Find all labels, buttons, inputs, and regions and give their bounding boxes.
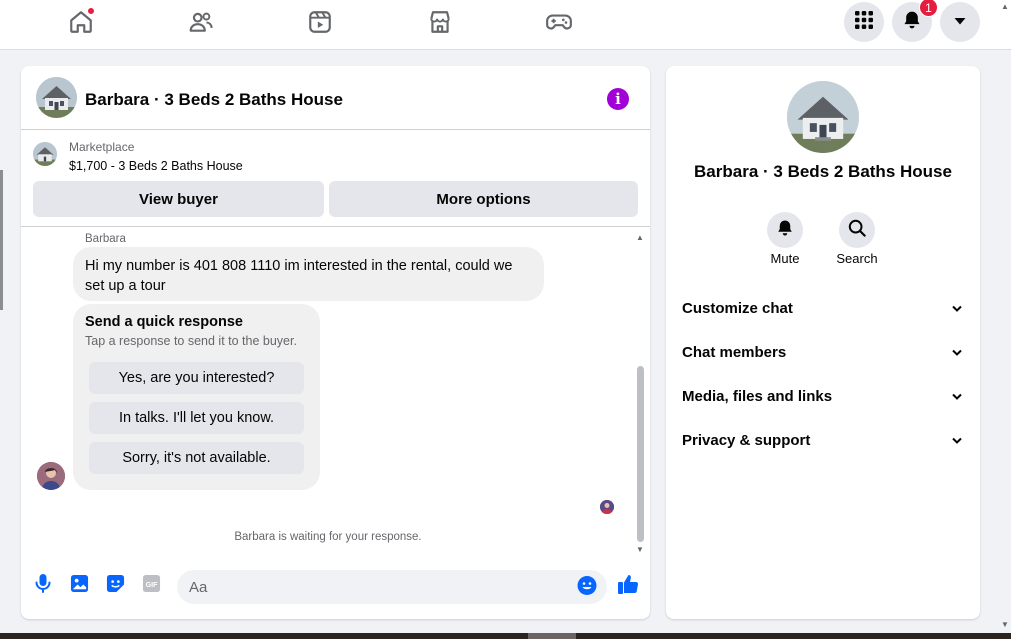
page-scrollbar[interactable]: ▲ ▼ <box>999 0 1011 639</box>
chat-members-section[interactable]: Chat members <box>682 338 964 366</box>
scroll-up-arrow-icon[interactable]: ▲ <box>635 234 645 242</box>
chat-title[interactable]: Barbara · 3 Beds 2 Baths House <box>85 90 343 110</box>
page-scroll-up-arrow-icon[interactable]: ▲ <box>1001 2 1009 11</box>
info-icon[interactable]: i <box>607 88 629 110</box>
watch-icon[interactable] <box>302 8 338 36</box>
section-label: Chat members <box>682 343 787 361</box>
menu-grid-button[interactable] <box>844 2 884 42</box>
quick-response-option[interactable]: Yes, are you interested? <box>89 362 304 394</box>
gaming-icon[interactable] <box>541 8 577 36</box>
friends-icon[interactable] <box>183 8 219 36</box>
top-navigation-bar: 1 <box>0 0 1011 50</box>
message-input[interactable] <box>177 570 607 604</box>
bell-icon <box>902 10 922 35</box>
view-buyer-button[interactable]: View buyer <box>33 181 324 217</box>
taskbar-indicator <box>528 633 576 639</box>
quick-response-card: Send a quick response Tap a response to … <box>73 304 320 490</box>
quick-response-option[interactable]: Sorry, it's not available. <box>89 442 304 474</box>
left-edge-scrollbar <box>0 170 3 310</box>
sticker-icon[interactable] <box>105 573 125 593</box>
chat-details-panel: Barbara · 3 Beds 2 Baths House Mute Sear… <box>666 66 980 619</box>
section-label: Media, files and links <box>682 387 833 405</box>
chevron-down-icon <box>950 433 964 447</box>
like-icon[interactable] <box>617 573 639 595</box>
message-sender-name: Barbara <box>85 233 126 245</box>
chat-window: Barbara · 3 Beds 2 Baths House i Marketp… <box>21 66 650 619</box>
home-icon[interactable] <box>63 7 99 36</box>
chevron-down-icon <box>950 301 964 315</box>
notifications-button[interactable]: 1 <box>892 0 938 42</box>
gif-icon[interactable]: GIF <box>141 573 161 593</box>
message-list: Barbara Hi my number is 401 808 1110 im … <box>21 228 650 556</box>
search-button[interactable] <box>839 212 875 248</box>
more-options-button[interactable]: More options <box>329 181 638 217</box>
home-notification-dot <box>87 7 95 15</box>
svg-text:GIF: GIF <box>145 580 158 588</box>
mute-button[interactable] <box>767 212 803 248</box>
marketplace-icon[interactable] <box>422 8 458 36</box>
bell-icon <box>776 219 794 242</box>
quick-response-option[interactable]: In talks. I'll let you know. <box>89 402 304 434</box>
quick-response-subtitle: Tap a response to send it to the buyer. <box>85 334 297 348</box>
quick-response-title: Send a quick response <box>85 314 243 330</box>
waiting-status-text: Barbara is waiting for your response. <box>234 531 422 543</box>
photo-icon[interactable] <box>69 573 89 593</box>
read-receipt-avatar <box>600 500 614 514</box>
scrollbar-thumb[interactable] <box>637 366 644 542</box>
listing-avatar[interactable] <box>36 77 77 118</box>
listing-price-title[interactable]: $1,700 - 3 Beds 2 Baths House <box>69 159 243 173</box>
search-label: Search <box>836 251 878 266</box>
buyer-avatar[interactable] <box>37 462 65 490</box>
details-listing-avatar[interactable] <box>787 81 859 153</box>
section-label: Customize chat <box>682 299 793 317</box>
notification-count-badge: 1 <box>919 0 938 17</box>
caret-down-icon <box>953 13 967 31</box>
details-title: Barbara · 3 Beds 2 Baths House <box>694 162 952 181</box>
grid-icon <box>854 10 874 35</box>
mute-label: Mute <box>770 251 800 266</box>
incoming-message-bubble[interactable]: Hi my number is 401 808 1110 im interest… <box>73 247 544 301</box>
message-composer: GIF <box>21 561 650 619</box>
chevron-down-icon <box>950 345 964 359</box>
media-files-links-section[interactable]: Media, files and links <box>682 382 964 410</box>
taskbar-edge <box>0 633 1011 639</box>
customize-chat-section[interactable]: Customize chat <box>682 294 964 322</box>
privacy-support-section[interactable]: Privacy & support <box>682 426 964 454</box>
chat-header: Barbara · 3 Beds 2 Baths House i <box>21 66 650 130</box>
microphone-icon[interactable] <box>33 573 53 593</box>
message-scrollbar[interactable]: ▲ ▼ <box>634 234 646 554</box>
search-icon <box>848 219 866 242</box>
section-label: Privacy & support <box>682 431 811 449</box>
listing-thumbnail[interactable] <box>33 142 57 166</box>
chevron-down-icon <box>950 389 964 403</box>
page-scroll-down-arrow-icon[interactable]: ▼ <box>1001 620 1009 629</box>
account-menu-button[interactable] <box>940 2 980 42</box>
emoji-icon[interactable] <box>577 575 597 595</box>
scroll-down-arrow-icon[interactable]: ▼ <box>635 546 645 554</box>
listing-source-label: Marketplace <box>69 140 135 154</box>
